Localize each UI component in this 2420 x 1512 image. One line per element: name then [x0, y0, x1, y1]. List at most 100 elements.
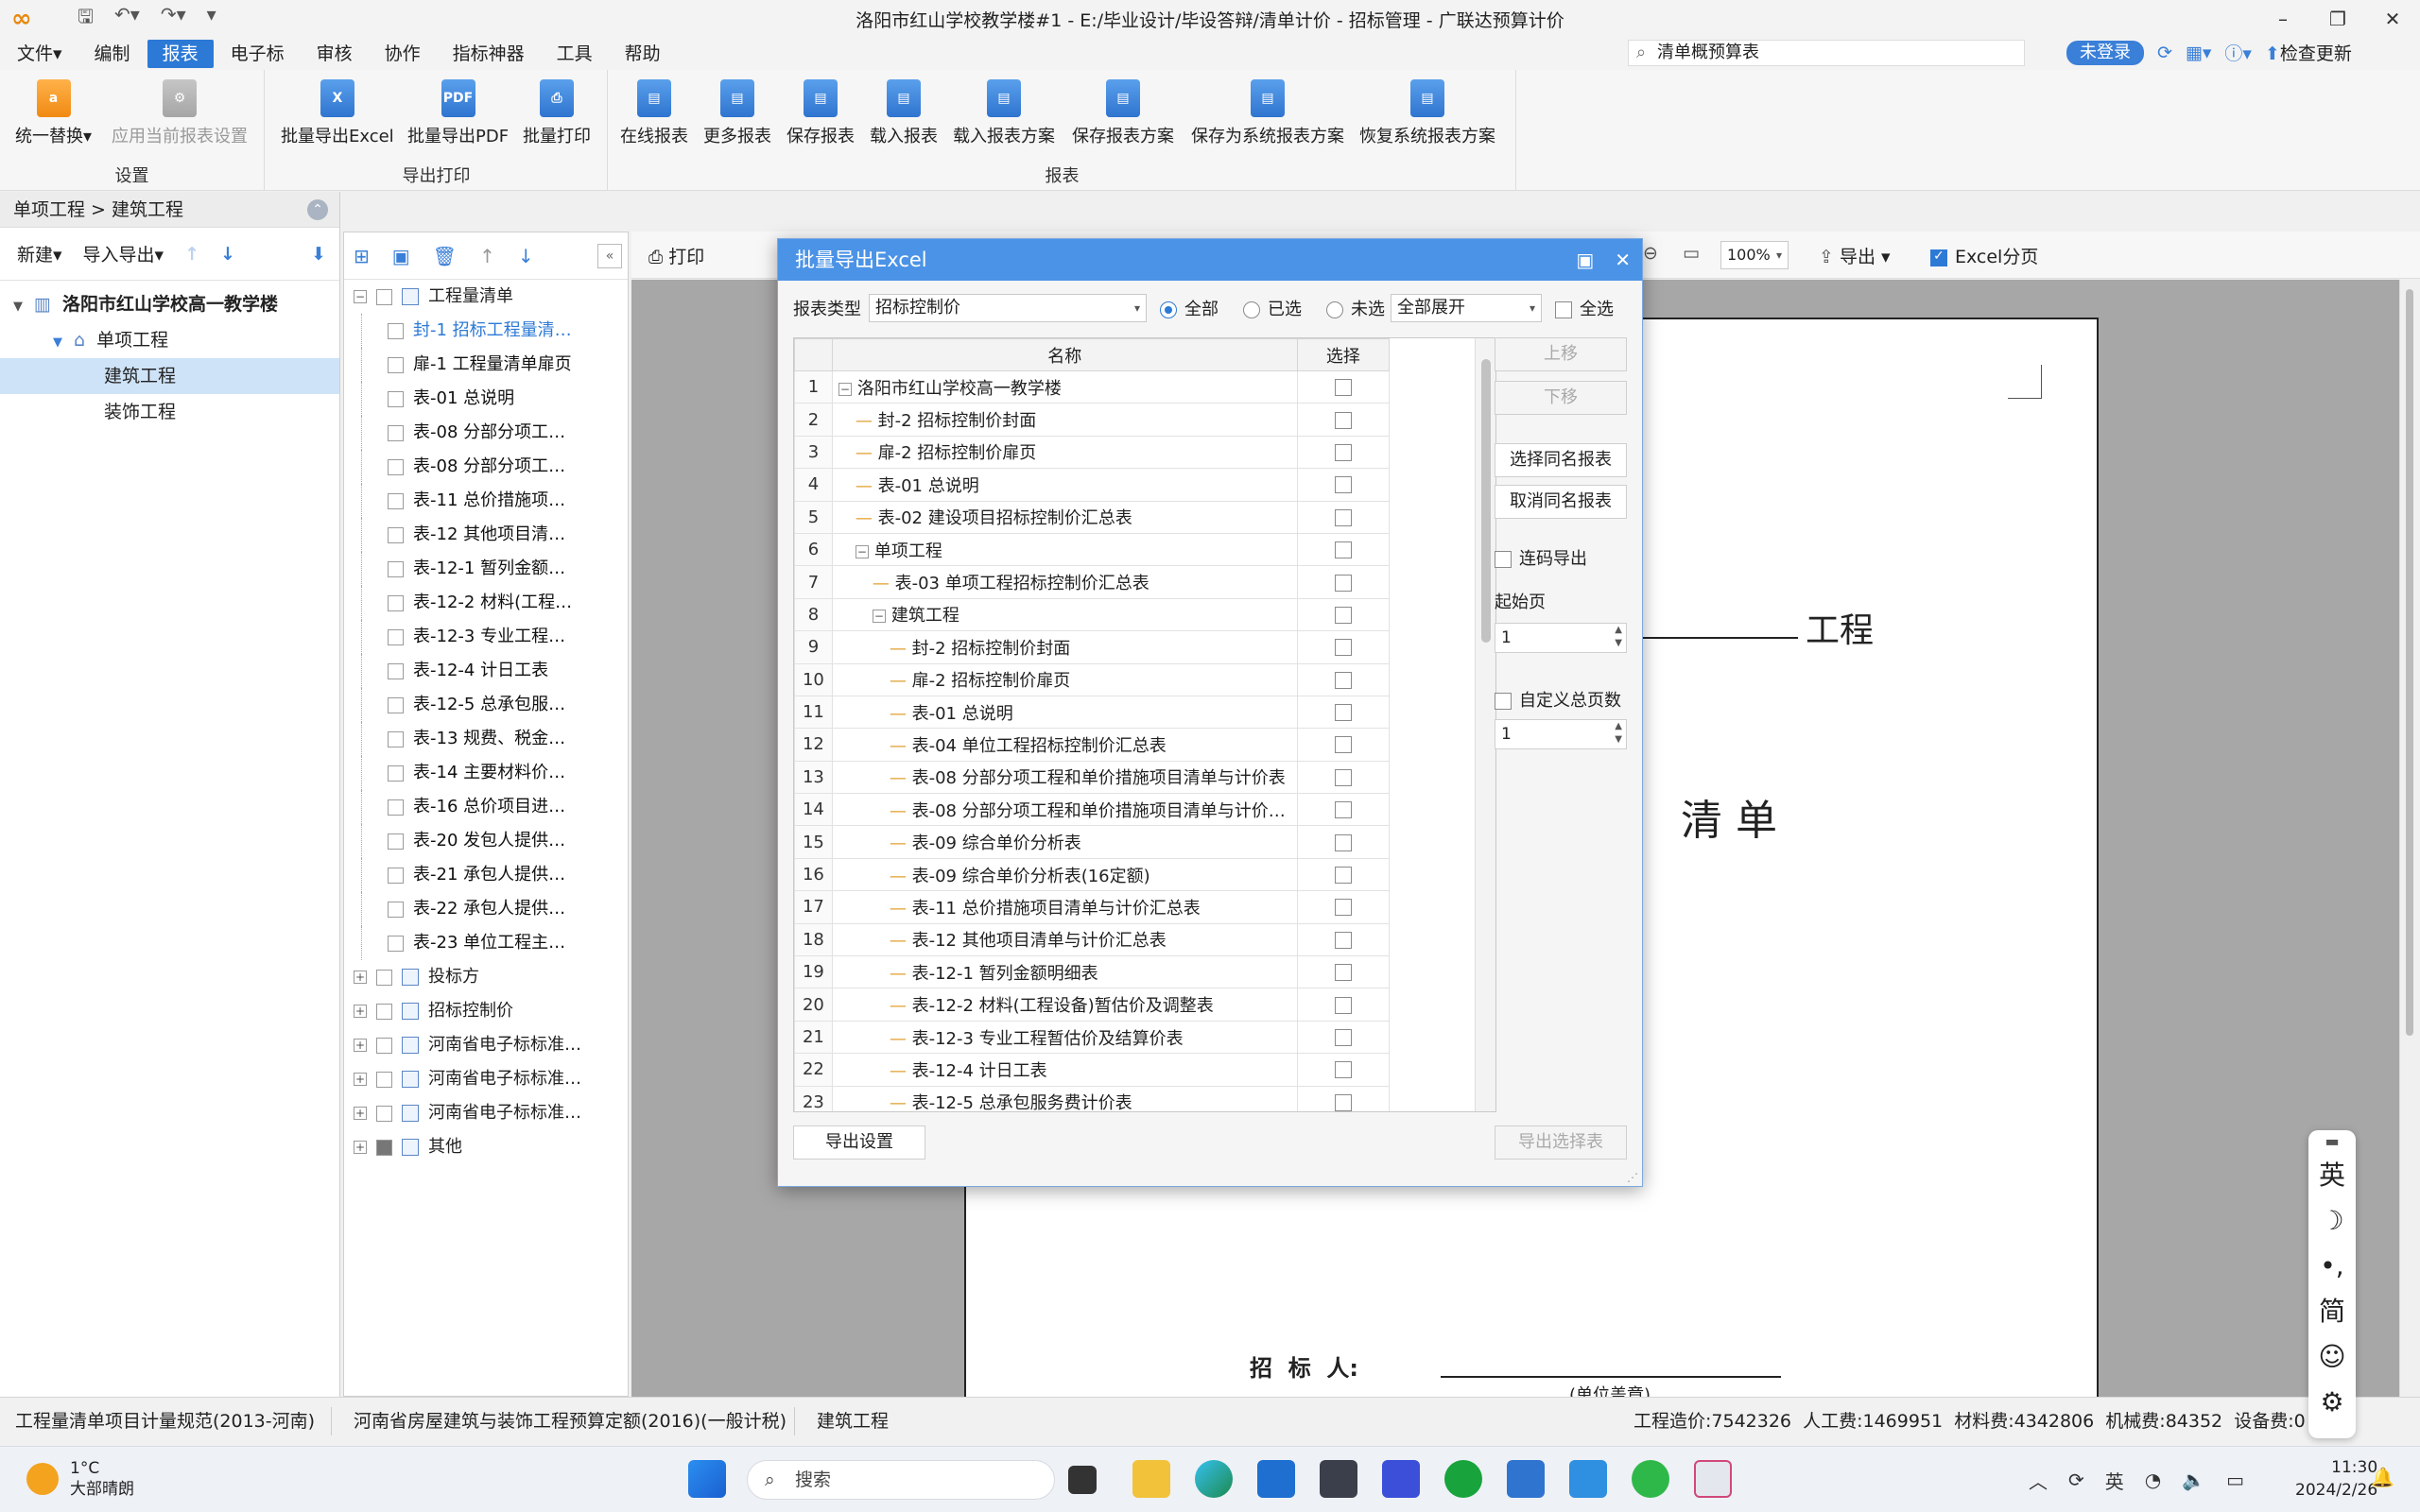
- report-checkbox[interactable]: [388, 833, 404, 850]
- file-explorer-icon[interactable]: [1132, 1460, 1170, 1498]
- close-window-button[interactable]: ✕: [2365, 0, 2420, 38]
- report-tree-root[interactable]: + 其他: [344, 1130, 628, 1164]
- download-icon[interactable]: ⬇: [311, 244, 326, 265]
- info-icon[interactable]: ⓘ▾: [2224, 40, 2252, 65]
- collapse-icon[interactable]: −: [354, 290, 367, 303]
- report-type-select[interactable]: 招标控制价 ▾: [869, 294, 1147, 322]
- snipping-tool-icon[interactable]: [1694, 1460, 1732, 1498]
- menu-edit[interactable]: 编制: [79, 40, 146, 68]
- report-tree-item[interactable]: 表-12-2 材料(工程…: [344, 586, 628, 620]
- ime-collapse-icon[interactable]: ▬: [2308, 1130, 2356, 1153]
- report-checkbox[interactable]: [388, 594, 404, 611]
- save-report-scheme-button[interactable]: ▤ 保存报表方案: [1072, 79, 1174, 147]
- report-checkbox[interactable]: [388, 867, 404, 884]
- row-select-checkbox[interactable]: [1334, 899, 1352, 917]
- clock[interactable]: 11:30 2024/2/26: [2295, 1456, 2377, 1502]
- table-row[interactable]: 14— 表-08 分部分项工程和单价措施项目清单与计价…: [794, 793, 1391, 827]
- row-select-checkbox[interactable]: [1334, 574, 1352, 592]
- report-checkbox[interactable]: [376, 1003, 392, 1020]
- batch-export-excel-button[interactable]: X 批量导出Excel: [281, 79, 394, 147]
- ime-moon-icon[interactable]: ☽: [2308, 1198, 2356, 1244]
- row-select-checkbox[interactable]: [1334, 443, 1352, 461]
- restore-button[interactable]: ❐: [2310, 0, 2365, 38]
- menu-review[interactable]: 审核: [302, 40, 368, 68]
- report-checkbox[interactable]: [376, 1105, 392, 1122]
- report-checkbox[interactable]: [376, 1071, 392, 1088]
- report-checkbox[interactable]: [388, 765, 404, 782]
- report-tree-root[interactable]: + 河南省电子标标准…: [344, 1028, 628, 1062]
- start-button[interactable]: [688, 1460, 726, 1498]
- ime-punctuation-toggle[interactable]: •,: [2308, 1244, 2356, 1289]
- report-tree-root[interactable]: − 工程量清单: [344, 280, 628, 314]
- more-reports-button[interactable]: ▤ 更多报表: [703, 79, 771, 147]
- row-select-checkbox[interactable]: [1334, 671, 1352, 689]
- replace-all-button[interactable]: a 统一替换▾: [15, 79, 92, 147]
- table-row[interactable]: 13— 表-08 分部分项工程和单价措施项目清单与计价表: [794, 760, 1391, 795]
- collapse-arrow-icon[interactable]: ▼: [13, 300, 23, 314]
- move-down-button[interactable]: 下移: [1495, 381, 1627, 415]
- table-row[interactable]: 16— 表-09 综合单价分析表(16定额): [794, 857, 1391, 892]
- app-cube-icon[interactable]: [1320, 1460, 1357, 1498]
- store-icon[interactable]: [1257, 1460, 1295, 1498]
- row-select-checkbox[interactable]: [1334, 476, 1352, 494]
- table-row[interactable]: 8− 建筑工程: [794, 597, 1391, 632]
- table-row[interactable]: 21— 表-12-3 专业工程暂估价及结算价表: [794, 1020, 1391, 1055]
- report-tree-item[interactable]: 表-23 单位工程主…: [344, 926, 628, 960]
- table-row[interactable]: 22— 表-12-4 计日工表: [794, 1053, 1391, 1087]
- custom-total-pages-input[interactable]: 1 ▲ ▼: [1495, 719, 1627, 749]
- row-select-checkbox[interactable]: [1334, 704, 1352, 722]
- delete-icon[interactable]: 🗑: [433, 245, 457, 267]
- scrollbar-thumb[interactable]: [1481, 359, 1491, 643]
- row-select-checkbox[interactable]: [1334, 411, 1352, 429]
- new-button[interactable]: 新建▾: [17, 241, 62, 266]
- report-tree-item[interactable]: 表-01 总说明: [344, 382, 628, 416]
- login-badge[interactable]: 未登录: [2066, 40, 2144, 65]
- move-down-icon[interactable]: ↓: [518, 245, 534, 267]
- table-row[interactable]: 9— 封-2 招标控制价封面: [794, 630, 1391, 664]
- custom-total-pages-checkbox[interactable]: 自定义总页数: [1495, 687, 1621, 712]
- expand-icon[interactable]: +: [354, 971, 367, 984]
- export-button[interactable]: ⇪ 导出 ▾: [1819, 243, 1891, 268]
- tray-ime-lang[interactable]: 英: [2105, 1467, 2124, 1494]
- wifi-icon[interactable]: ◔: [2145, 1469, 2161, 1491]
- row-select-checkbox[interactable]: [1334, 379, 1352, 397]
- restore-system-scheme-button[interactable]: ▤ 恢复系统报表方案: [1359, 79, 1495, 147]
- menu-collab[interactable]: 协作: [370, 40, 436, 68]
- cancel-same-name-button[interactable]: 取消同名报表: [1495, 485, 1627, 519]
- search-input[interactable]: ⌕ 清单概预算表: [1628, 40, 2025, 66]
- xbox-icon[interactable]: [1444, 1460, 1482, 1498]
- row-select-checkbox[interactable]: [1334, 768, 1352, 786]
- report-checkbox[interactable]: [376, 1037, 392, 1054]
- table-row[interactable]: 11— 表-01 总说明: [794, 695, 1391, 730]
- select-same-name-button[interactable]: 选择同名报表: [1495, 443, 1627, 477]
- report-checkbox[interactable]: [376, 288, 392, 305]
- row-select-checkbox[interactable]: [1334, 1029, 1352, 1046]
- report-checkbox[interactable]: [388, 696, 404, 713]
- minimize-button[interactable]: –: [2256, 0, 2310, 38]
- collapse-left-icon[interactable]: «: [597, 243, 622, 268]
- fit-page-icon[interactable]: ▭: [1683, 243, 1700, 264]
- report-tree-item[interactable]: 表-08 分部分项工…: [344, 450, 628, 484]
- collapse-icon[interactable]: −: [855, 544, 869, 558]
- row-select-checkbox[interactable]: [1334, 736, 1352, 754]
- continuous-export-checkbox[interactable]: 连码导出: [1495, 545, 1587, 570]
- row-select-checkbox[interactable]: [1334, 1061, 1352, 1079]
- load-report-button[interactable]: ▤ 载入报表: [870, 79, 938, 147]
- move-up-icon[interactable]: ↑: [184, 244, 199, 265]
- menu-help[interactable]: 帮助: [610, 40, 676, 68]
- select-all-checkbox[interactable]: 全选: [1555, 296, 1614, 320]
- collapse-panel-icon[interactable]: ⌃: [307, 199, 328, 220]
- menu-tools[interactable]: 工具: [542, 40, 608, 68]
- volume-icon[interactable]: 🔈: [2182, 1469, 2205, 1491]
- report-tree-item[interactable]: 表-12-5 总承包服…: [344, 688, 628, 722]
- battery-icon[interactable]: ▭: [2226, 1469, 2244, 1491]
- excel-page-checkbox[interactable]: Excel分页: [1930, 243, 2038, 268]
- task-view-icon[interactable]: [1068, 1466, 1097, 1494]
- app-m-icon[interactable]: [1382, 1460, 1420, 1498]
- start-page-input[interactable]: 1 ▲ ▼: [1495, 623, 1627, 653]
- add-report-icon[interactable]: ⊞: [354, 245, 370, 267]
- report-tree-item[interactable]: 表-08 分部分项工…: [344, 416, 628, 450]
- online-report-button[interactable]: ▤ 在线报表: [620, 79, 688, 147]
- report-checkbox[interactable]: [388, 730, 404, 747]
- batch-export-pdf-button[interactable]: PDF 批量导出PDF: [407, 79, 509, 147]
